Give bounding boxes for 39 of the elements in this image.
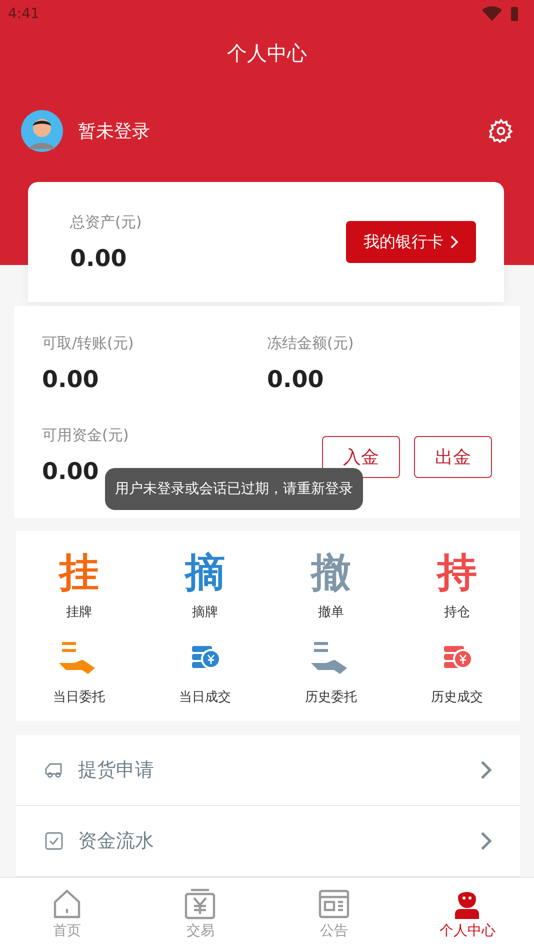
login-toast: 用户未登录或会话已过期，请重新登录 [105, 468, 363, 510]
bank-card-button[interactable]: 我的银行卡 [346, 221, 476, 263]
shortcut-label[interactable]: 历史委托 [305, 688, 357, 706]
balance-label: 可取/转账(元) [42, 334, 135, 353]
page-title: 个人中心 [226, 40, 308, 67]
chevron-icon [480, 760, 492, 780]
total-assets-label: 总资产(元) [70, 212, 142, 232]
settings-icon[interactable] [488, 118, 514, 144]
yen-icon [184, 888, 216, 920]
glyph-icon: 挂 [59, 551, 99, 595]
shortcut-label[interactable]: 持仓 [444, 603, 470, 621]
menu-label: 提货申请 [78, 758, 155, 783]
newspaper-icon [318, 888, 350, 920]
balance-value: 0.00 [42, 459, 99, 485]
glyph-icon: 持 [437, 551, 477, 595]
balance-value: 0.00 [42, 367, 99, 393]
user-name[interactable]: 暂未登录 [78, 119, 474, 143]
status-icons [482, 6, 520, 22]
shortcut-label[interactable]: 挂牌 [66, 603, 92, 621]
fund-button[interactable]: 出金 [414, 436, 492, 478]
chevron-icon [480, 831, 492, 851]
balance-label: 冻结金额(元) [267, 334, 355, 353]
shortcut-label[interactable]: 历史成交 [431, 688, 483, 706]
shortcut-label[interactable]: 摘牌 [192, 603, 218, 621]
shortcut-label[interactable]: 当日委托 [53, 688, 105, 706]
status-time: 4:41 [8, 6, 40, 22]
nav-tab[interactable]: 个人中心 [400, 878, 534, 950]
total-assets-value: 0.00 [70, 246, 127, 272]
checkbox-icon [44, 831, 64, 851]
glyph-icon: 撤 [311, 551, 351, 595]
balance-label: 可用资金(元) [42, 426, 130, 445]
balance-value: 0.00 [267, 367, 324, 393]
avatar[interactable] [20, 109, 64, 153]
shortcut-label[interactable]: 当日成交 [179, 688, 231, 706]
menu-label: 资金流水 [78, 829, 155, 854]
chevron-icon [450, 235, 458, 249]
menu-row[interactable]: 提货申请 [16, 735, 520, 806]
shortcut-label[interactable]: 撤单 [318, 603, 344, 621]
glyph-icon: 摘 [185, 551, 225, 595]
